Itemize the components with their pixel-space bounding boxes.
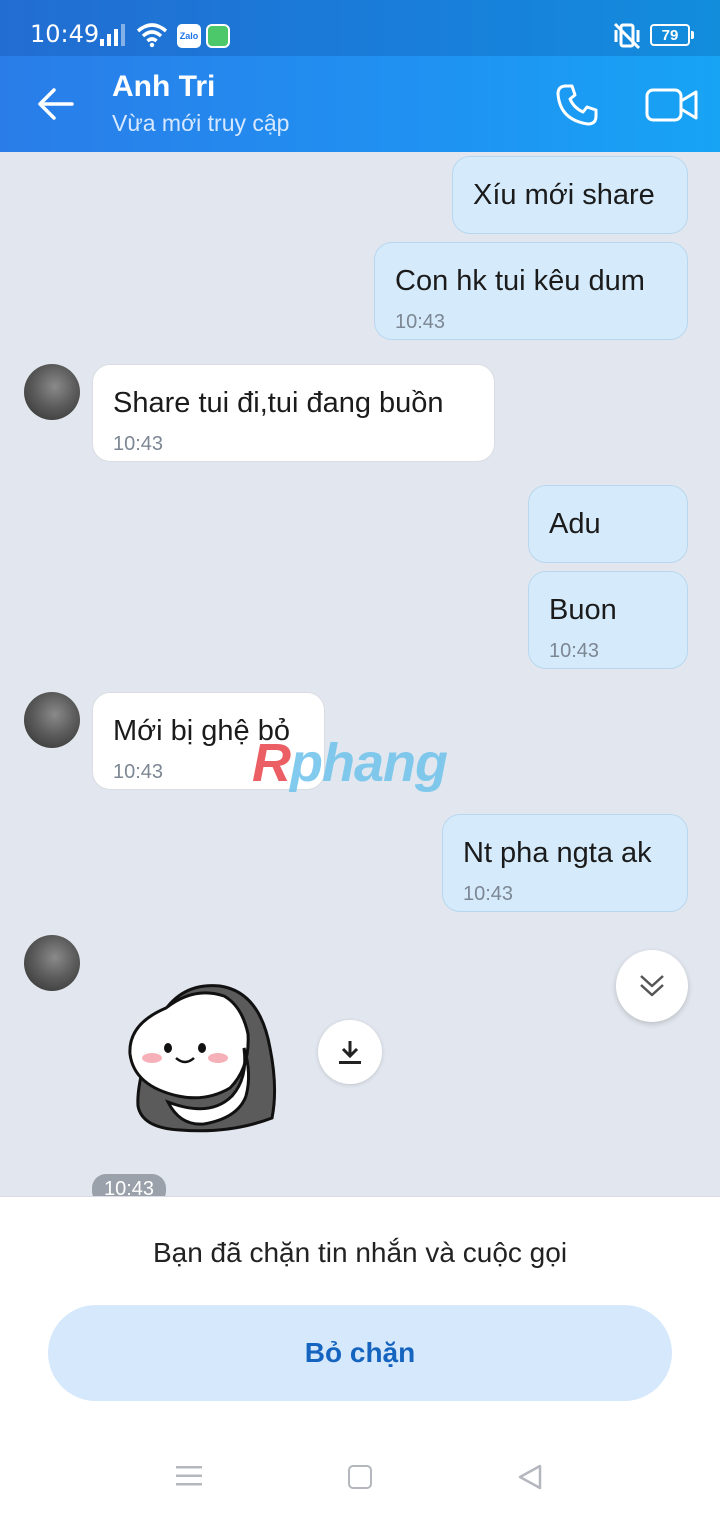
message-text: Share tui đi,tui đang buồn [113,387,444,419]
unblock-button[interactable]: Bỏ chặn [48,1305,672,1401]
zalo-app-icon: Zalo [177,24,201,48]
message-text: Buon [549,594,617,626]
blocked-notice: Bạn đã chặn tin nhắn và cuộc gọi [152,1237,568,1268]
nav-back-icon[interactable] [516,1463,544,1491]
avatar[interactable] [24,692,80,748]
recent-apps-icon[interactable] [176,1465,202,1487]
message-time: 10:43 [549,640,600,662]
message-time: 10:43 [92,1174,167,1196]
wifi-icon [136,23,168,48]
message-text: Con hk tui kêu dum [395,265,645,297]
avatar[interactable] [24,364,80,420]
home-button[interactable] [348,1465,372,1489]
watermark-text: phang [290,733,448,793]
vibrate-mute-icon [613,22,641,50]
message-bubble[interactable]: Xíu mới share [452,156,688,234]
status-time: 10:49 [30,20,100,48]
download-button[interactable] [318,1020,382,1084]
chat-header: 10:49 Zalo 79 Anh Tri Vừa mới truy cập [0,0,720,152]
double-chevron-down-icon [640,975,664,997]
blanket-sticker[interactable] [120,978,290,1140]
message-text: Nt pha ngta ak [463,837,652,869]
message-text: Adu [549,508,601,540]
message-time: 10:43 [463,883,514,905]
download-icon [339,1041,361,1064]
voice-call-button[interactable] [552,80,602,130]
message-bubble[interactable]: Con hk tui kêu dum 10:43 [374,242,688,340]
message-bubble[interactable]: Adu [528,485,688,563]
message-time: 10:43 [113,433,164,455]
signal-icon [100,24,125,46]
video-call-button[interactable] [644,82,700,128]
contact-name[interactable]: Anh Tri [112,70,215,104]
presence-status: Vừa mới truy cập [112,110,290,136]
back-button[interactable] [34,82,78,126]
message-bubble[interactable]: Share tui đi,tui đang buồn 10:43 [92,364,495,462]
blocked-panel: Bạn đã chặn tin nhắn và cuộc gọi Bỏ chặn [0,1196,720,1520]
app-notification-icon [206,24,230,48]
status-bar: 10:49 Zalo 79 [0,0,720,56]
message-bubble[interactable]: Nt pha ngta ak 10:43 [442,814,688,912]
watermark-logo: Rphang [252,732,448,794]
message-time: 10:43 [395,311,446,333]
message-list[interactable]: Xíu mới share Con hk tui kêu dum 10:43 S… [0,152,720,1196]
scroll-to-bottom-button[interactable] [616,950,688,1022]
message-time: 10:43 [113,761,164,783]
message-text: Xíu mới share [473,179,655,211]
battery-icon: 79 [650,24,694,46]
avatar[interactable] [24,935,80,991]
message-bubble[interactable]: Buon 10:43 [528,571,688,669]
watermark-initial: R [252,733,291,793]
